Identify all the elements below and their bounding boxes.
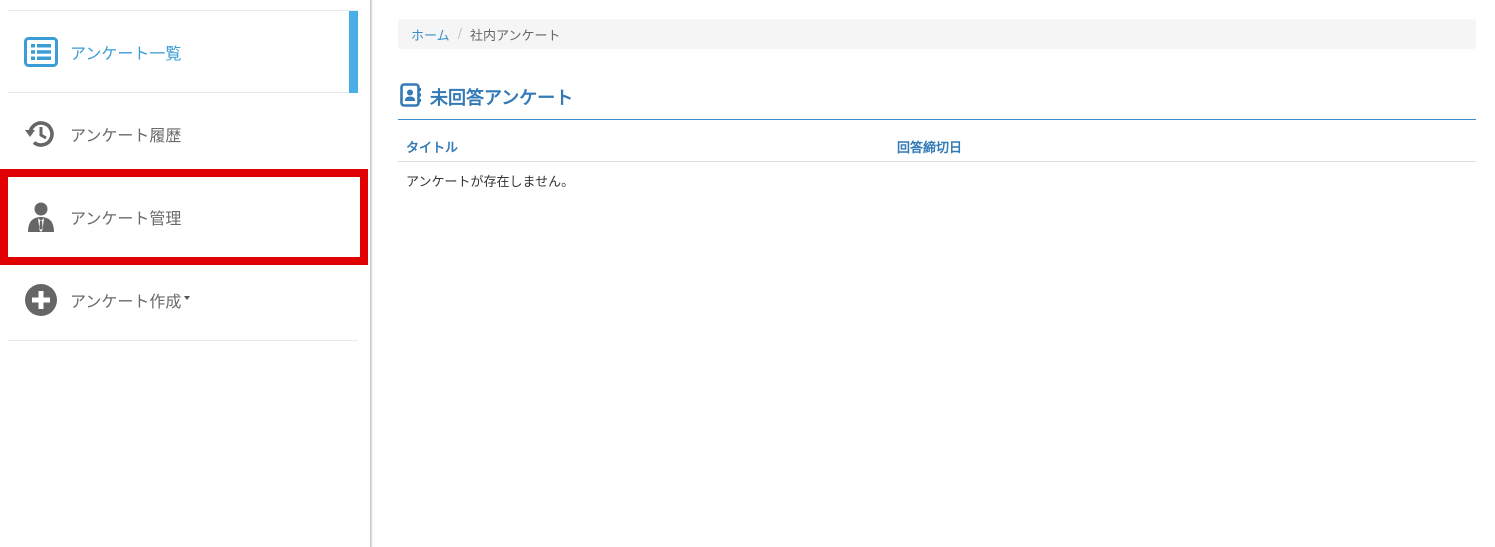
breadcrumb-home-link[interactable]: ホーム: [411, 25, 450, 44]
column-header-deadline[interactable]: 回答締切日: [897, 137, 962, 156]
history-icon: [24, 117, 58, 151]
contact-book-icon: [400, 83, 422, 111]
sidebar-border: [370, 0, 373, 547]
sidebar-item-survey-list[interactable]: アンケート一覧: [8, 11, 358, 93]
sidebar-item-survey-management[interactable]: アンケート管理: [8, 176, 358, 258]
sidebar-item-label: アンケート一覧: [70, 43, 182, 63]
sidebar-item-label: アンケート管理: [70, 208, 182, 228]
breadcrumb-current: 社内アンケート: [470, 28, 561, 44]
page-title: 未回答アンケート: [400, 83, 574, 111]
breadcrumb-separator: /: [457, 26, 463, 42]
plus-circle-icon: [24, 283, 58, 317]
sidebar-item-label: アンケート作成: [70, 291, 182, 311]
chevron-down-icon: [184, 295, 191, 300]
section-title-text: 未回答アンケート: [430, 88, 574, 109]
sidebar-item-label: アンケート履歴: [70, 125, 182, 145]
empty-message: アンケートが存在しません。: [406, 175, 575, 190]
table-header: タイトル 回答締切日: [398, 130, 1476, 158]
title-divider: [398, 119, 1476, 120]
sidebar: アンケート一覧 アンケート履歴 アンケート管理 アンケート作成: [0, 0, 370, 547]
table-header-divider: [398, 161, 1476, 162]
column-header-title[interactable]: タイトル: [406, 137, 458, 156]
list-icon: [24, 35, 58, 69]
user-manager-icon: [24, 200, 58, 234]
sidebar-item-survey-history[interactable]: アンケート履歴: [8, 93, 358, 175]
sidebar-item-survey-create[interactable]: アンケート作成: [8, 259, 358, 341]
active-indicator: [349, 11, 358, 93]
breadcrumb: ホーム / 社内アンケート: [398, 19, 1476, 49]
